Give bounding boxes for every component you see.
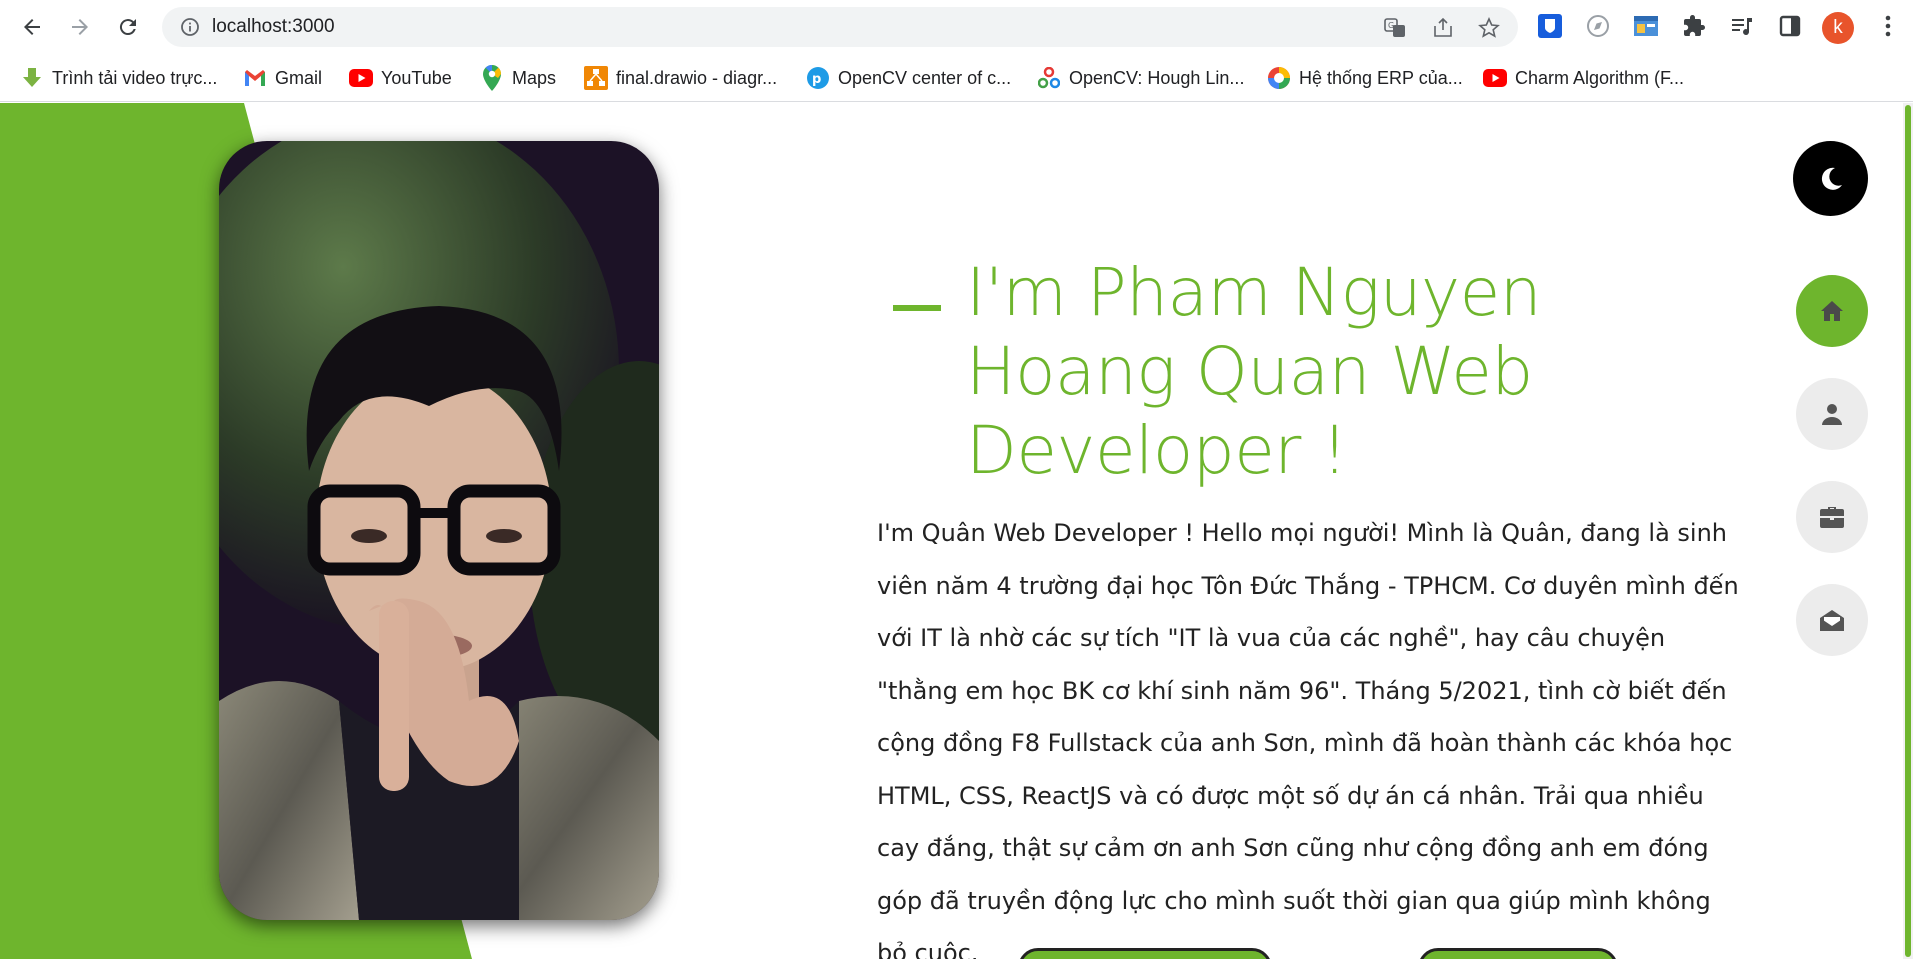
erp-icon (1267, 66, 1291, 90)
kebab-menu-icon[interactable] (1874, 12, 1902, 40)
pyimagesearch-icon: p (806, 66, 830, 90)
info-icon[interactable] (180, 17, 200, 37)
opencv-icon (1037, 66, 1061, 90)
bookmark-item[interactable]: Gmail (243, 63, 322, 93)
svg-text:p: p (812, 72, 821, 87)
user-icon (1822, 404, 1842, 425)
bookmark-label: Maps (512, 67, 557, 88)
extensions-puzzle-icon[interactable] (1680, 12, 1708, 40)
moon-icon (1821, 167, 1842, 190)
scrollbar-thumb[interactable] (1905, 105, 1911, 957)
hero-primary-button[interactable] (1018, 948, 1272, 959)
youtube-icon (349, 66, 373, 90)
bookmark-item[interactable]: Maps (480, 63, 556, 93)
bookmark-label: Hệ thống ERP của... (1299, 67, 1463, 88)
theme-toggle-button[interactable] (1793, 141, 1868, 216)
arrow-left-icon (24, 19, 40, 35)
home-icon (1821, 301, 1843, 321)
bookmarks-bar: Trình tải video trực... Gmail YouTube Ma… (0, 54, 1913, 102)
svg-text:G: G (1388, 21, 1394, 30)
bookmark-item[interactable]: OpenCV: Hough Lin... (1037, 63, 1244, 93)
youtube-icon (1483, 66, 1507, 90)
bookmark-item[interactable]: Charm Algorithm (F... (1483, 63, 1684, 93)
extension-bitwarden-icon[interactable] (1536, 12, 1564, 40)
envelope-open-icon (1820, 610, 1844, 631)
bookmark-item[interactable]: Hệ thống ERP của... (1267, 63, 1463, 93)
arrow-right-icon (72, 19, 88, 35)
hero-secondary-button[interactable] (1418, 948, 1618, 959)
hero-bio: I'm Quân Web Developer ! Hello mọi người… (877, 519, 1739, 959)
bookmark-label: final.drawio - diagr... (616, 67, 778, 88)
share-icon[interactable] (1432, 17, 1454, 39)
bookmark-star-icon[interactable] (1478, 17, 1500, 39)
briefcase-icon (1820, 507, 1844, 528)
nav-portfolio-button[interactable] (1796, 481, 1868, 553)
bookmark-label: OpenCV: Hough Lin... (1069, 67, 1245, 88)
profile-avatar[interactable]: k (1822, 12, 1854, 44)
bookmark-label: Charm Algorithm (F... (1515, 67, 1685, 88)
reload-button[interactable] (110, 9, 146, 45)
bookmark-label: OpenCV center of c... (838, 67, 1012, 88)
translate-icon[interactable]: G (1384, 17, 1406, 39)
gmail-icon (243, 66, 267, 90)
title-accent-dash (893, 305, 941, 311)
address-bar[interactable]: localhost:3000 G (162, 7, 1518, 47)
bookmark-label: YouTube (381, 67, 452, 88)
portfolio-page: I'm Pham Nguyen Hoang Quan Web Developer… (0, 103, 1913, 959)
drawio-icon (584, 66, 608, 90)
maps-pin-icon (480, 65, 504, 91)
nav-home-button[interactable] (1796, 275, 1868, 347)
profile-photo (219, 141, 659, 920)
nav-contact-button[interactable] (1796, 584, 1868, 656)
url-text: localhost:3000 (212, 16, 335, 37)
back-button[interactable] (14, 9, 50, 45)
bookmark-label: Trình tải video trực... (52, 67, 218, 88)
bookmark-label: Gmail (275, 67, 323, 88)
reload-icon (119, 19, 136, 36)
nav-about-button[interactable] (1796, 378, 1868, 450)
hero-headline: I'm Pham Nguyen Hoang Quan Web Developer… (966, 254, 1542, 489)
bookmark-item[interactable]: YouTube (349, 63, 452, 93)
media-queue-icon[interactable] (1728, 12, 1756, 40)
side-panel-icon[interactable] (1776, 12, 1804, 40)
forward-button[interactable] (62, 9, 98, 45)
bookmark-item[interactable]: final.drawio - diagr... (584, 63, 777, 93)
extension-window-icon[interactable] (1632, 12, 1660, 40)
bookmark-item[interactable]: p OpenCV center of c... (806, 63, 1011, 93)
download-arrow-icon (20, 66, 44, 90)
bookmark-item[interactable]: Trình tải video trực... (20, 63, 217, 93)
extension-compass-icon[interactable] (1584, 12, 1612, 40)
browser-toolbar: localhost:3000 G k (0, 0, 1913, 54)
